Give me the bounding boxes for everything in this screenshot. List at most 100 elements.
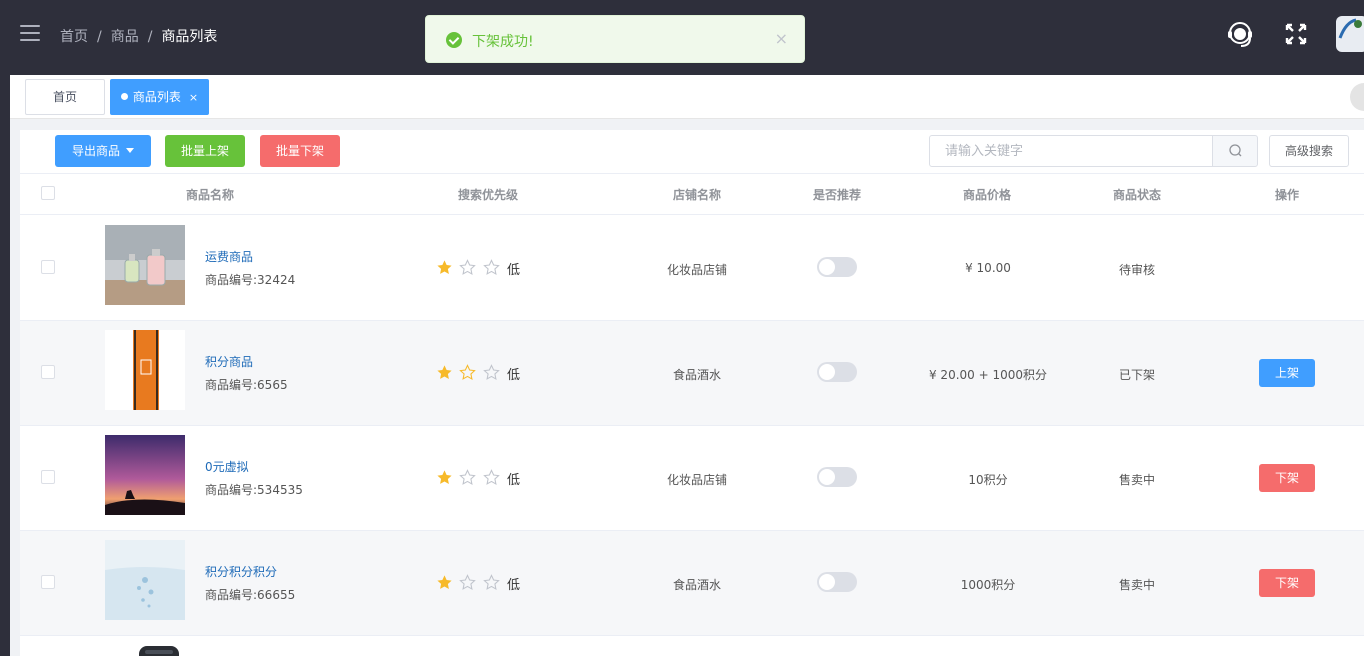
product-thumbnail [105, 540, 185, 620]
recommend-toggle[interactable] [817, 362, 857, 382]
off-shelf-button[interactable]: 下架 [1259, 569, 1315, 597]
product-price: 1000积分 [960, 578, 1016, 592]
product-thumbnail [105, 225, 185, 305]
row-checkbox[interactable] [41, 470, 55, 484]
product-price: ¥ 10.00 [965, 261, 1011, 275]
product-name-link[interactable]: 运费商品 [205, 248, 253, 265]
star-icon[interactable] [459, 259, 476, 276]
row-checkbox[interactable] [41, 260, 55, 274]
star-icon[interactable] [483, 259, 500, 276]
product-code: 商品编号:32424 [205, 273, 296, 287]
shop-name: 化妆品店铺 [666, 473, 727, 487]
row-checkbox[interactable] [41, 575, 55, 589]
column-header: 商品状态 [1112, 188, 1161, 202]
table-header: 商品名称 搜索优先级 店铺名称 是否推荐 商品价格 商品状态 操作 [20, 173, 1364, 215]
product-status: 待审核 [1118, 263, 1155, 277]
shop-name: 食品酒水 [672, 368, 721, 382]
table-row [20, 636, 1364, 656]
breadcrumb-home[interactable]: 首页 [60, 29, 88, 45]
caret-down-icon [126, 148, 134, 153]
breadcrumb-goods[interactable]: 商品 [111, 29, 139, 45]
breadcrumb-separator: / [147, 29, 153, 45]
star-icon[interactable] [459, 364, 476, 381]
table-row: 0元虚拟 商品编号:534535 低 化妆品店铺 10积分 售卖中 下架 [20, 426, 1364, 531]
recommend-toggle[interactable] [817, 467, 857, 487]
shop-name: 食品酒水 [672, 578, 721, 592]
on-shelf-button[interactable]: 上架 [1259, 359, 1315, 387]
table-row: 积分积分积分 商品编号:66655 低 食品酒水 1000积分 售卖中 下架 [20, 531, 1364, 636]
priority-level: 低 [507, 263, 521, 278]
product-name-link[interactable]: 积分积分积分 [205, 563, 277, 580]
product-status: 售卖中 [1118, 473, 1155, 487]
tab-home[interactable]: 首页 [25, 79, 105, 115]
select-all-checkbox[interactable] [41, 186, 55, 200]
search-button[interactable] [1212, 135, 1258, 167]
table-row: 运费商品 商品编号:32424 低 化妆品店铺 ¥ 10.00 待审核 [20, 216, 1364, 321]
product-panel: 导出商品 批量上架 批量下架 高级搜索 商品名称 搜索优先级 店铺名称 是否推荐… [20, 130, 1364, 656]
success-icon [446, 32, 462, 48]
column-header: 是否推荐 [812, 188, 861, 202]
off-shelf-button[interactable]: 下架 [1259, 464, 1315, 492]
batch-off-shelf-button[interactable]: 批量下架 [260, 135, 340, 167]
product-status: 售卖中 [1118, 578, 1155, 592]
recommend-toggle[interactable] [817, 257, 857, 277]
star-icon[interactable] [483, 469, 500, 486]
table-row: 积分商品 商品编号:6565 低 食品酒水 ¥ 20.00 + 1000积分 已… [20, 321, 1364, 426]
product-thumbnail [105, 330, 185, 410]
priority-rating: 低 [436, 574, 546, 594]
breadcrumb: 首页 / 商品 / 商品列表 [60, 26, 217, 46]
priority-level: 低 [507, 473, 521, 488]
breadcrumb-separator: / [97, 29, 102, 45]
product-thumbnail [105, 435, 185, 515]
column-header: 操作 [1274, 188, 1299, 202]
search-icon [1229, 144, 1242, 157]
menu-icon[interactable] [20, 25, 40, 41]
column-header: 搜索优先级 [457, 188, 518, 202]
product-price: ¥ 20.00 + 1000积分 [928, 368, 1048, 382]
fullscreen-icon[interactable] [1282, 22, 1310, 46]
star-icon[interactable] [459, 574, 476, 591]
shop-name: 化妆品店铺 [666, 263, 727, 277]
export-label: 导出商品 [71, 144, 120, 158]
star-icon[interactable] [436, 574, 453, 591]
advanced-search-button[interactable]: 高级搜索 [1269, 135, 1349, 167]
tab-product-list[interactable]: 商品列表 × [110, 79, 209, 115]
priority-level: 低 [507, 368, 521, 383]
star-icon[interactable] [436, 469, 453, 486]
priority-level: 低 [507, 578, 521, 593]
tabs-scroll-button[interactable] [1350, 83, 1364, 111]
tabs-bar: 首页 商品列表 × [10, 75, 1364, 119]
main-area: 首页 商品列表 × 导出商品 批量上架 批量下架 高级搜索 商品名称 搜索优先级 … [10, 75, 1364, 656]
toast-close-button[interactable]: × [775, 29, 788, 48]
tab-label: 首页 [52, 90, 77, 104]
product-name-link[interactable]: 积分商品 [205, 353, 253, 370]
export-products-button[interactable]: 导出商品 [55, 135, 151, 167]
star-icon[interactable] [483, 364, 500, 381]
search-input[interactable] [929, 135, 1213, 167]
star-icon[interactable] [436, 259, 453, 276]
headset-icon[interactable] [1224, 18, 1256, 50]
product-status: 已下架 [1118, 368, 1155, 382]
product-code: 商品编号:534535 [205, 483, 303, 497]
toast-message: 下架成功! [472, 34, 534, 50]
product-price: 10积分 [968, 473, 1008, 487]
star-icon[interactable] [436, 364, 453, 381]
batch-on-shelf-button[interactable]: 批量上架 [165, 135, 245, 167]
product-name-link[interactable]: 0元虚拟 [205, 458, 249, 475]
priority-rating: 低 [436, 259, 546, 279]
column-header: 商品价格 [962, 188, 1011, 202]
priority-rating: 低 [436, 364, 546, 384]
recommend-toggle[interactable] [817, 572, 857, 592]
tab-label: 商品列表 [132, 90, 181, 104]
column-header: 店铺名称 [672, 188, 721, 202]
product-code: 商品编号:66655 [205, 588, 296, 602]
star-icon[interactable] [483, 574, 500, 591]
success-toast: 下架成功! × [425, 15, 805, 63]
product-thumbnail [139, 646, 179, 656]
avatar[interactable] [1334, 14, 1364, 54]
star-icon[interactable] [459, 469, 476, 486]
priority-rating: 低 [436, 469, 546, 489]
product-code: 商品编号:6565 [205, 378, 288, 392]
tab-close-icon[interactable]: × [189, 91, 198, 104]
row-checkbox[interactable] [41, 365, 55, 379]
